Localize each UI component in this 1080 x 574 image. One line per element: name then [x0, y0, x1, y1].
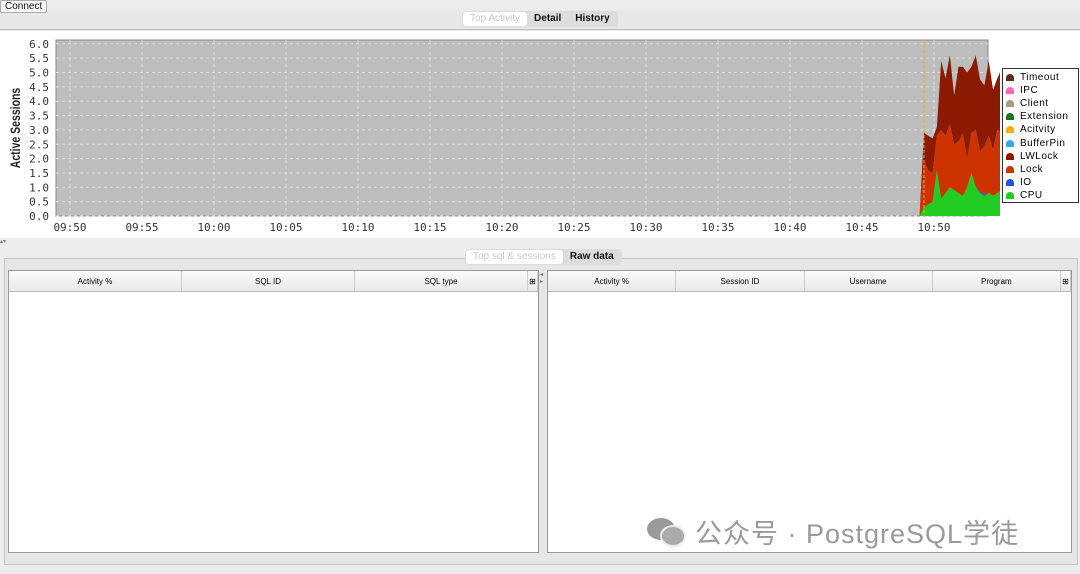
- legend-item: Timeout: [1003, 71, 1078, 84]
- y-tick-label: 2.5: [29, 138, 49, 151]
- legend-swatch-icon: [1006, 191, 1014, 199]
- column-header[interactable]: Username: [805, 271, 933, 291]
- x-tick-label: 10:50: [917, 221, 950, 234]
- y-tick-label: 1.5: [29, 167, 49, 180]
- legend-label: LWLock: [1020, 150, 1059, 162]
- x-tick-label: 10:45: [845, 221, 878, 234]
- y-tick-label: 3.5: [29, 110, 49, 123]
- legend-swatch-icon: [1006, 126, 1014, 134]
- y-tick-label: 4.5: [29, 81, 49, 94]
- legend-label: CPU: [1020, 189, 1043, 201]
- x-tick-label: 10:30: [629, 221, 662, 234]
- tab-detail[interactable]: Detail: [527, 12, 568, 26]
- top-tab-bar: Top Activity Detail History: [0, 10, 1080, 30]
- session-table-header: Activity % Session ID Username Program ⊞: [548, 271, 1071, 292]
- x-tick-label: 10:40: [773, 221, 806, 234]
- y-tick-label: 5.0: [29, 67, 49, 80]
- tab-raw-data[interactable]: Raw data: [563, 250, 621, 264]
- x-tick-label: 10:20: [485, 221, 518, 234]
- legend-item: Extension: [1003, 110, 1078, 123]
- x-tick-label: 09:50: [53, 221, 86, 234]
- x-tick-label: 10:05: [269, 221, 302, 234]
- legend-label: BufferPin: [1020, 137, 1066, 149]
- column-header[interactable]: SQL type: [355, 271, 528, 291]
- legend-label: IPC: [1020, 85, 1039, 97]
- connect-button[interactable]: Connect: [0, 0, 48, 13]
- column-header[interactable]: Program: [933, 271, 1061, 291]
- legend-label: Lock: [1020, 163, 1044, 175]
- bottom-tabs: Top sql & sessions Raw data: [465, 249, 622, 265]
- legend-item: IPC: [1003, 84, 1078, 97]
- legend-label: Acitvity: [1020, 124, 1056, 136]
- tab-top-sql-sessions[interactable]: Top sql & sessions: [466, 250, 563, 264]
- y-tick-label: 3.0: [29, 124, 49, 137]
- x-tick-label: 10:35: [701, 221, 734, 234]
- tab-history[interactable]: History: [568, 12, 616, 26]
- legend-item: LWLock: [1003, 150, 1078, 163]
- active-sessions-chart: 0.00.5 1.01.52.0 2.53.03.5 4.04.55.0 5.56.0 0…: [8, 38, 1003, 234]
- x-tick-label: 10:15: [413, 221, 446, 234]
- legend-label: IO: [1020, 176, 1032, 188]
- column-header[interactable]: Activity %: [548, 271, 677, 291]
- legend-swatch-icon: [1006, 113, 1014, 121]
- split-arrows[interactable]: ◂ ▸: [540, 272, 543, 286]
- legend-label: Client: [1020, 98, 1049, 110]
- y-tick-label: 0.5: [29, 196, 49, 209]
- x-tick-label: 10:25: [557, 221, 590, 234]
- chart-panel: 0.0 0.5 1.0 1.5 2.0 2.5 3.0 3.5 4.0 4.5 5.0 5.5 6.0 0…: [0, 31, 1080, 238]
- y-tick-label: 1.0: [29, 181, 49, 194]
- y-tick-label: 4.0: [29, 95, 49, 108]
- legend-label: Extension: [1020, 111, 1069, 123]
- column-header[interactable]: SQL ID: [182, 271, 355, 291]
- legend-swatch-icon: [1006, 100, 1014, 108]
- watermark: 公众号 · PostgreSQL学徒: [645, 512, 1019, 551]
- y-tick-label: 2.0: [29, 153, 49, 166]
- legend-item: IO: [1003, 176, 1078, 189]
- y-axis-label: Active Sessions: [8, 88, 24, 169]
- legend-swatch-icon: [1006, 74, 1014, 82]
- legend-swatch-icon: [1006, 165, 1014, 173]
- watermark-text: 公众号 · PostgreSQL学徒: [695, 519, 1020, 549]
- sql-table: Activity % SQL ID SQL type ⊞: [8, 270, 539, 553]
- y-tick-label: 5.5: [29, 52, 49, 65]
- legend-swatch-icon: [1006, 87, 1014, 95]
- legend-item: BufferPin: [1003, 136, 1078, 149]
- sql-table-header: Activity % SQL ID SQL type ⊞: [9, 271, 538, 292]
- column-chooser-icon[interactable]: ⊞: [528, 271, 538, 291]
- legend-swatch-icon: [1006, 178, 1014, 186]
- chart-legend: Timeout IPC Client Extension Acitvity BufferP…: [1002, 68, 1079, 203]
- column-header[interactable]: Activity %: [9, 271, 182, 291]
- plot-area: [55, 39, 989, 217]
- legend-item: Lock: [1003, 163, 1078, 176]
- column-chooser-icon[interactable]: ⊞: [1061, 271, 1071, 291]
- legend-swatch-icon: [1006, 152, 1014, 160]
- legend-label: Timeout: [1020, 72, 1060, 84]
- legend-item: Client: [1003, 97, 1078, 110]
- top-tabs: Top Activity Detail History: [462, 11, 618, 27]
- legend-item: Acitvity: [1003, 123, 1078, 136]
- x-tick-label: 09:55: [125, 221, 158, 234]
- y-tick-label: 0.0: [29, 210, 49, 223]
- legend-swatch-icon: [1006, 139, 1014, 147]
- session-table: Activity % Session ID Username Program ⊞: [547, 270, 1072, 553]
- x-tick-label: 10:10: [341, 221, 374, 234]
- split-divider[interactable]: ▴▾: [0, 238, 1080, 246]
- legend-item: CPU: [1003, 189, 1078, 202]
- y-tick-label: 6.0: [29, 38, 49, 51]
- x-tick-label: 10:00: [197, 221, 230, 234]
- wechat-logo-icon: [647, 517, 686, 547]
- column-header[interactable]: Session ID: [676, 271, 805, 291]
- tab-top-activity[interactable]: Top Activity: [463, 12, 528, 26]
